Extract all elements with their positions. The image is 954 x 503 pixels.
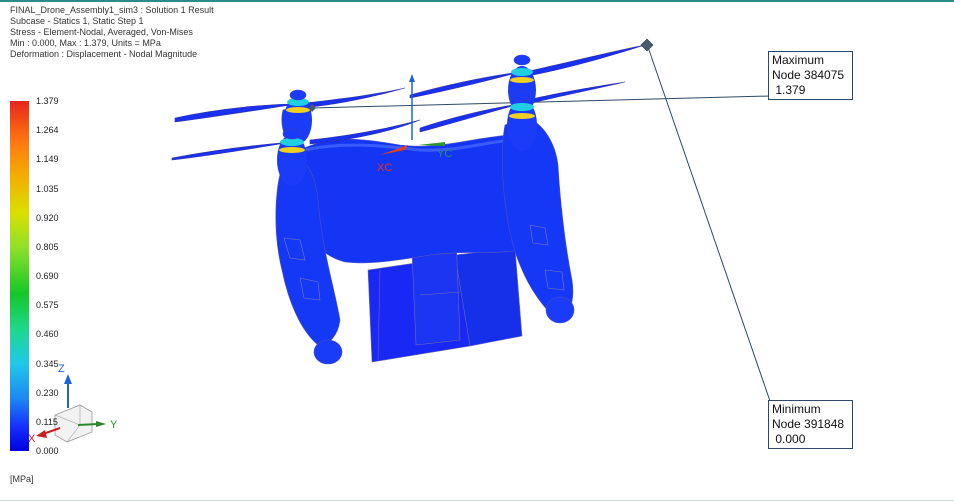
legend-tick-label: 0.575 (36, 300, 59, 311)
max-callout-title: Maximum (772, 53, 825, 67)
wcs-y-label: YC (437, 148, 452, 160)
wcs-axes (380, 74, 445, 155)
triad-z-label: Z (58, 363, 65, 375)
triad-y-label: Y (110, 419, 118, 431)
legend-tick-label: 0.920 (36, 212, 59, 223)
legend-tick-label: 0.805 (36, 241, 59, 252)
max-callout-node: Node 384075 (772, 68, 845, 82)
legend-tick-label: 1.035 (36, 183, 59, 194)
window-bottom-border (0, 500, 954, 501)
max-node-marker[interactable] (640, 38, 654, 52)
view-triad[interactable] (36, 374, 106, 443)
min-callout-title: Minimum (772, 402, 821, 416)
legend-tick-label: 0.690 (36, 271, 59, 281)
legend-tick-label: 0.000 (36, 446, 59, 456)
min-callout[interactable]: Minimum Node 391848 0.000 (768, 400, 853, 449)
min-callout-value: 0.000 (772, 432, 806, 446)
triad-x-label: X (28, 433, 36, 445)
legend-tick-label: 0.115 (36, 416, 58, 427)
legend-tick-label: 1.264 (36, 125, 59, 136)
wcs-x-label: XC (377, 162, 392, 174)
min-leader-line (647, 46, 771, 402)
max-callout-value: 1.379 (772, 83, 806, 97)
legend-unit: [MPa] (10, 474, 34, 484)
legend-tick-label: 0.230 (36, 387, 59, 398)
stress-color-bar (10, 101, 29, 451)
propeller-blades (171, 44, 646, 161)
legend-tick-label: 1.379 (36, 96, 59, 106)
legend-tick-label: 1.149 (36, 154, 59, 165)
legend-tick-label: 0.460 (36, 329, 59, 340)
max-callout[interactable]: Maximum Node 384075 1.379 (768, 51, 853, 100)
min-callout-node: Node 391848 (772, 417, 845, 431)
legend-tick-label: 0.345 (36, 358, 59, 369)
